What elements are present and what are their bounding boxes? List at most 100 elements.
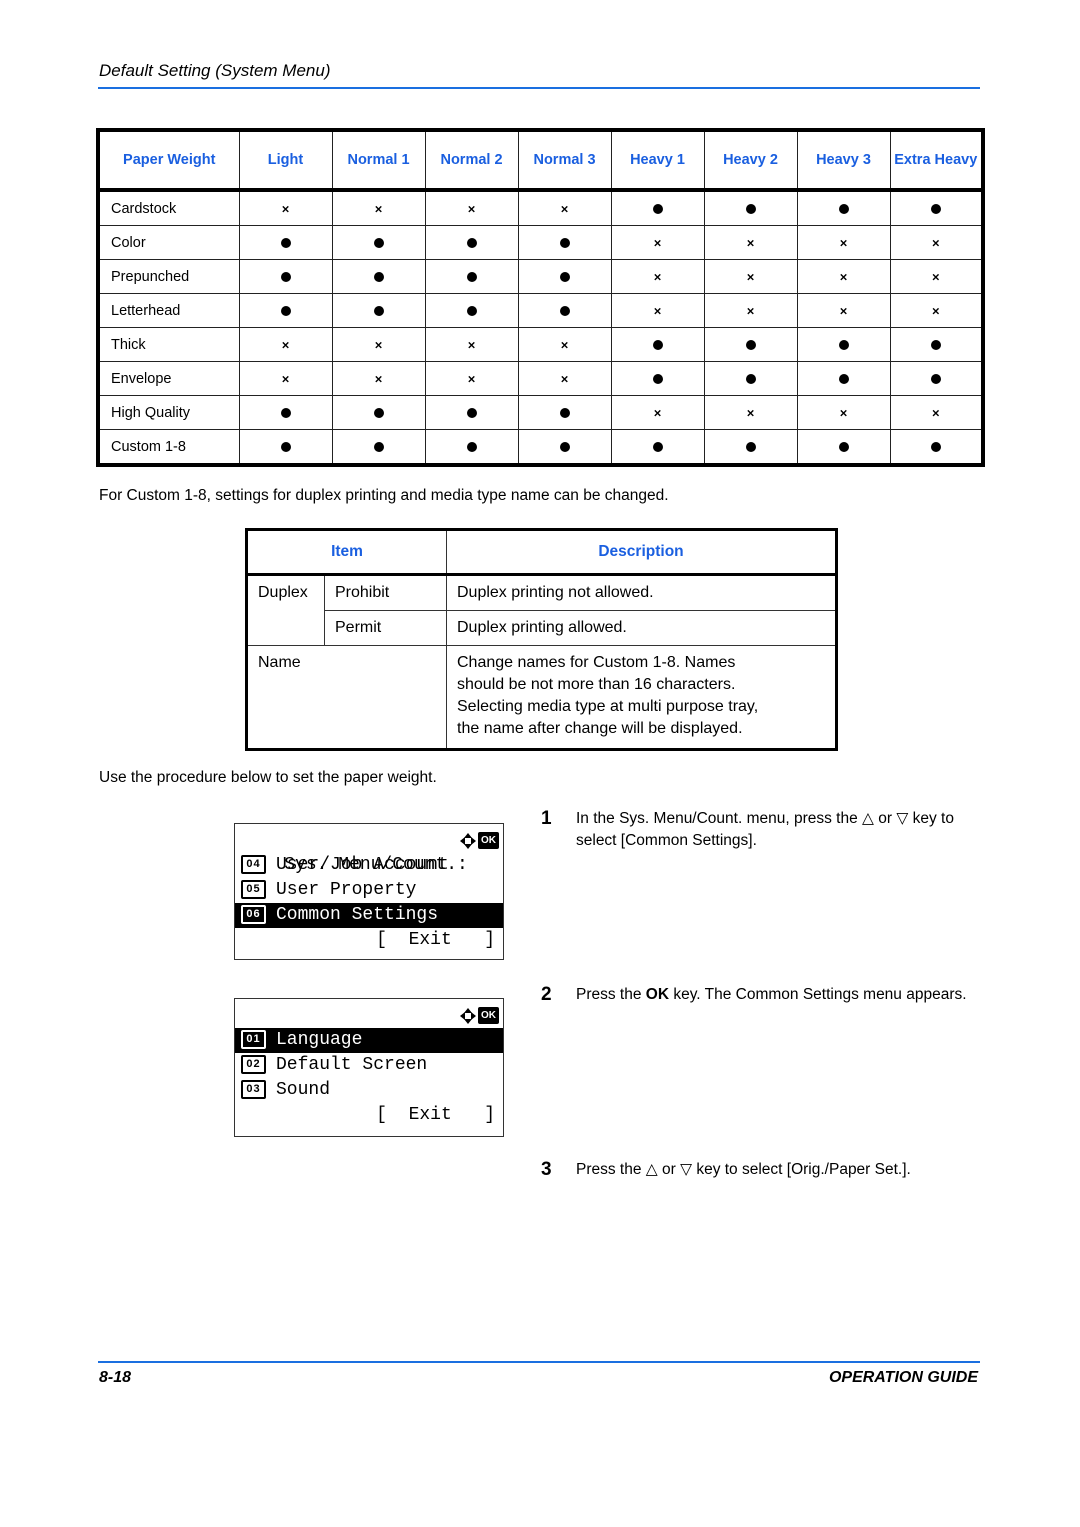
availability-cell xyxy=(424,259,519,294)
name-label: Name xyxy=(246,645,447,750)
availability-cell xyxy=(703,189,798,226)
lcd-exit-softkey[interactable]: [ Exit ] xyxy=(235,928,503,953)
availability-cell xyxy=(796,361,891,396)
item-header: Item xyxy=(246,529,447,575)
not-available-cross-icon: × xyxy=(374,337,383,353)
availability-cell: × xyxy=(796,259,891,294)
not-available-cross-icon: × xyxy=(467,371,476,387)
media-type-name: Prepunched xyxy=(97,259,240,294)
availability-cell xyxy=(331,259,426,294)
not-available-cross-icon: × xyxy=(281,201,290,217)
permit-label: Permit xyxy=(324,610,447,646)
available-dot-icon xyxy=(838,373,849,384)
lcd-menu-item[interactable]: 05 User Property xyxy=(235,878,503,903)
nav-indicator: OK xyxy=(460,1007,499,1024)
weight-column-header: Extra Heavy xyxy=(889,129,984,191)
availability-cell: × xyxy=(517,189,612,226)
table-row: Letterhead × × × × xyxy=(97,293,984,328)
availability-cell xyxy=(331,395,426,430)
lcd-item-label: Sound xyxy=(276,1080,331,1100)
availability-cell xyxy=(238,429,333,466)
item-number-badge: 04 xyxy=(241,854,266,874)
arrow-keys-icon xyxy=(460,832,476,849)
available-dot-icon xyxy=(280,271,291,282)
media-type-name: Letterhead xyxy=(97,293,240,328)
paper-weight-header-row: Paper Weight Light Normal 1 Normal 2 Normal … xyxy=(97,129,984,191)
available-dot-icon xyxy=(280,407,291,418)
custom-note: For Custom 1-8, settings for duplex prin… xyxy=(99,487,669,504)
availability-cell xyxy=(517,293,612,328)
prohibit-description: Duplex printing not allowed. xyxy=(446,574,837,611)
availability-cell xyxy=(238,225,333,260)
availability-cell: × xyxy=(331,361,426,396)
availability-cell xyxy=(796,189,891,226)
availability-cell: × xyxy=(424,327,519,362)
available-dot-icon xyxy=(652,373,663,384)
not-available-cross-icon: × xyxy=(653,303,662,319)
custom-settings-table: Item Description Duplex Prohibit Duplex … xyxy=(245,528,838,751)
lcd-menu-item-selected[interactable]: 06 Common Settings xyxy=(235,903,503,928)
step-number: 3 xyxy=(541,1159,552,1180)
not-available-cross-icon: × xyxy=(653,405,662,421)
availability-cell: × xyxy=(331,189,426,226)
available-dot-icon xyxy=(466,271,477,282)
available-dot-icon xyxy=(373,305,384,316)
availability-cell: × xyxy=(610,225,705,260)
not-available-cross-icon: × xyxy=(374,371,383,387)
available-dot-icon xyxy=(930,203,941,214)
ok-key-icon: OK xyxy=(478,832,499,849)
weight-column-header: Normal 1 xyxy=(331,129,426,191)
availability-cell: × xyxy=(889,259,984,294)
availability-cell xyxy=(889,327,984,362)
availability-cell xyxy=(331,293,426,328)
name-description-line: should be not more than 16 characters. xyxy=(457,676,736,693)
available-dot-icon xyxy=(280,441,291,452)
name-description-line: the name after change will be displayed. xyxy=(457,720,743,737)
available-dot-icon xyxy=(930,373,941,384)
availability-cell: × xyxy=(238,327,333,362)
availability-cell: × xyxy=(238,189,333,226)
availability-cell xyxy=(238,259,333,294)
available-dot-icon xyxy=(559,407,570,418)
not-available-cross-icon: × xyxy=(653,269,662,285)
footer-rule xyxy=(98,1361,980,1363)
lcd-menu-item-selected[interactable]: 01 Language xyxy=(235,1028,503,1053)
weight-column-header: Heavy 1 xyxy=(610,129,705,191)
availability-cell xyxy=(610,361,705,396)
header-rule xyxy=(98,87,980,89)
paper-weight-column-header: Paper Weight xyxy=(97,129,240,191)
available-dot-icon xyxy=(745,203,756,214)
guide-title: OPERATION GUIDE xyxy=(828,1369,978,1386)
table-row: Permit Duplex printing allowed. xyxy=(246,610,837,646)
duplex-label: Duplex xyxy=(246,574,325,611)
availability-cell: × xyxy=(889,293,984,328)
not-available-cross-icon: × xyxy=(560,337,569,353)
available-dot-icon xyxy=(466,237,477,248)
table-row: Custom 1-8 xyxy=(97,429,984,466)
not-available-cross-icon: × xyxy=(839,269,848,285)
not-available-cross-icon: × xyxy=(746,303,755,319)
lcd-menu-item[interactable]: 04 User/Job Account xyxy=(235,853,503,878)
availability-cell: × xyxy=(238,361,333,396)
availability-cell: × xyxy=(889,395,984,430)
not-available-cross-icon: × xyxy=(746,405,755,421)
weight-column-header: Light xyxy=(238,129,333,191)
name-description-line: Change names for Custom 1-8. Names xyxy=(457,654,736,671)
lcd-exit-softkey[interactable]: [ Exit ] xyxy=(235,1103,503,1128)
ok-key-icon: OK xyxy=(478,1007,499,1024)
lcd-menu-item[interactable]: 03 Sound xyxy=(235,1078,503,1103)
lcd-menu-item[interactable]: 02 Default Screen xyxy=(235,1053,503,1078)
not-available-cross-icon: × xyxy=(839,303,848,319)
item-number-badge: 03 xyxy=(241,1079,266,1099)
available-dot-icon xyxy=(559,441,570,452)
not-available-cross-icon: × xyxy=(560,371,569,387)
lcd-item-label: Language xyxy=(276,1030,363,1050)
not-available-cross-icon: × xyxy=(281,371,290,387)
arrow-keys-icon xyxy=(460,1007,476,1024)
table-row: Duplex Prohibit Duplex printing not allo… xyxy=(246,574,837,611)
available-dot-icon xyxy=(559,305,570,316)
availability-cell xyxy=(703,361,798,396)
custom-table-header-row: Item Description xyxy=(246,529,837,575)
availability-cell xyxy=(424,429,519,466)
table-row: Cardstock × × × × xyxy=(97,189,984,226)
